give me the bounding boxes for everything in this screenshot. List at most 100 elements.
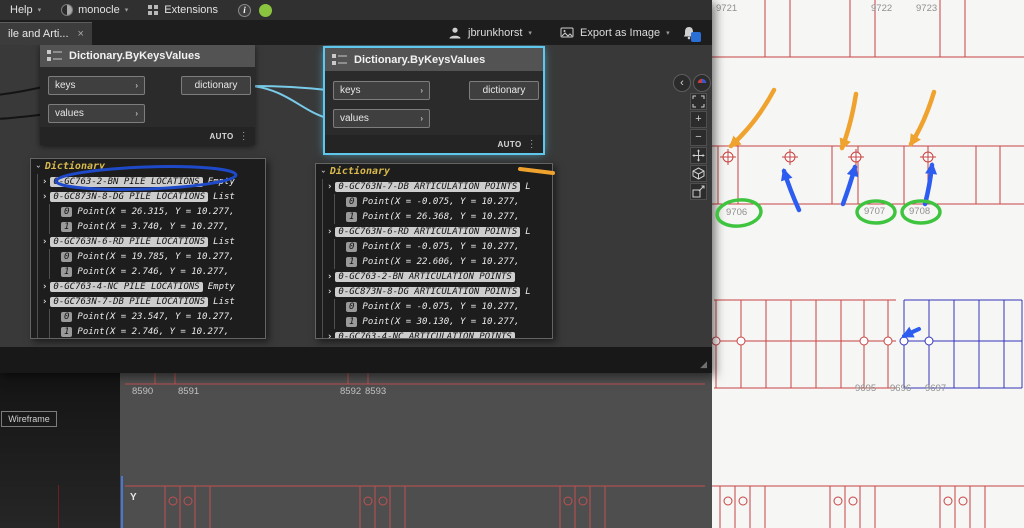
dict-key-row[interactable]: › 0-GC763-4-NC PILE LOCATIONS Empty bbox=[40, 279, 265, 294]
expand-icon[interactable]: › bbox=[42, 297, 47, 307]
item-index: 1 bbox=[346, 211, 358, 222]
item-index: 1 bbox=[61, 326, 73, 337]
lacing-label[interactable]: AUTO bbox=[497, 140, 521, 149]
input-port-values[interactable]: values › bbox=[48, 104, 145, 123]
port-label: keys bbox=[55, 80, 76, 91]
cad-label: 8590 bbox=[132, 386, 154, 397]
collapse-icon[interactable]: › bbox=[34, 164, 43, 169]
lacing-label[interactable]: AUTO bbox=[209, 132, 233, 141]
node-header[interactable]: Dictionary.ByKeysValues bbox=[40, 45, 255, 67]
user-menu[interactable]: jbrunkhorst ▾ bbox=[448, 20, 532, 45]
expand-icon[interactable]: › bbox=[327, 332, 332, 339]
notification-green-icon[interactable] bbox=[259, 3, 273, 17]
dict-key-row[interactable]: › 0-GC763-2-BN PILE LOCATIONS Empty bbox=[40, 174, 265, 189]
expand-icon[interactable]: › bbox=[42, 192, 47, 202]
watch-panel-pile-locations[interactable]: › Dictionary › 0-GC763-2-BN PILE LOCATION… bbox=[30, 158, 266, 339]
input-port-values[interactable]: values › bbox=[333, 109, 430, 128]
dict-key-row[interactable]: › 0-GC763-2-BN ARTICULATION POINTS bbox=[325, 269, 552, 284]
cad-label: 9723 bbox=[916, 3, 938, 14]
node-dictionary-bykeysvalues-2[interactable]: Dictionary.ByKeysValues keys › values › … bbox=[323, 46, 545, 155]
node-title: Dictionary.ByKeysValues bbox=[354, 53, 486, 66]
cad-viewport-dark: Wireframe bbox=[0, 373, 120, 528]
expand-icon[interactable]: › bbox=[327, 182, 332, 192]
watch-panel-articulation-points[interactable]: › Dictionary › 0-GC763N-7-DB ARTICULATION… bbox=[315, 163, 553, 339]
tab-bar: ile and Arti... × jbrunkhorst ▾ Export a… bbox=[0, 20, 712, 45]
info-icon[interactable]: i bbox=[238, 3, 252, 17]
port-arrow-icon: › bbox=[420, 114, 423, 123]
tree-guide bbox=[334, 194, 343, 209]
dict-key-row[interactable]: › 0-GC763N-6-RD ARTICULATION POINTS L bbox=[325, 224, 552, 239]
expand-icon[interactable]: › bbox=[327, 227, 332, 237]
workspace-tab[interactable]: ile and Arti... × bbox=[0, 22, 92, 45]
dict-item-row: 1 Point(X = 3.740, Y = 10.277, bbox=[40, 219, 265, 234]
dict-key-row[interactable]: › 0-GC763N-6-RD PILE LOCATIONS List bbox=[40, 234, 265, 249]
cad-label: 9721 bbox=[716, 3, 738, 14]
dict-key-row[interactable]: › 0-GC763N-7-DB ARTICULATION POINTS L bbox=[325, 179, 552, 194]
dynamo-footer: ◢ bbox=[0, 347, 712, 373]
orbit-button[interactable] bbox=[690, 165, 707, 182]
item-index: 1 bbox=[346, 316, 358, 327]
dict-key-row[interactable]: › 0-GC873N-8-DG PILE LOCATIONS List bbox=[40, 189, 265, 204]
info-glyph: i bbox=[243, 5, 246, 15]
node-menu-icon[interactable]: ⋮ bbox=[527, 139, 537, 150]
extensions-icon bbox=[148, 4, 159, 16]
port-label: keys bbox=[340, 85, 361, 96]
tree-guide bbox=[334, 254, 343, 269]
bell-icon[interactable] bbox=[682, 26, 701, 42]
monocle-icon bbox=[61, 4, 74, 16]
zoom-out-button[interactable]: − bbox=[690, 129, 707, 146]
input-port-keys[interactable]: keys › bbox=[48, 76, 145, 95]
zoom-in-button[interactable]: + bbox=[690, 111, 707, 128]
node-menu-icon[interactable]: ⋮ bbox=[239, 131, 249, 142]
port-label: values bbox=[340, 113, 369, 124]
cad-label: 9722 bbox=[871, 3, 893, 14]
expand-icon[interactable]: › bbox=[327, 272, 332, 282]
dict-item-row: 1 Point(X = 30.130, Y = 10.277, bbox=[325, 314, 552, 329]
output-port-dictionary[interactable]: dictionary bbox=[181, 76, 251, 95]
collapse-icon[interactable]: › bbox=[319, 169, 328, 174]
collapse-panel-button[interactable]: ‹ bbox=[673, 74, 691, 92]
dynamo-canvas[interactable]: Dictionary.ByKeysValues keys › values › … bbox=[0, 45, 712, 347]
cad-label: 9695 bbox=[855, 383, 877, 394]
notifications[interactable] bbox=[682, 20, 701, 45]
ucs-y-axis-label: Y bbox=[130, 492, 137, 503]
dynamo-window: Help ▾ monocle ▾ Extensions i ile and Ar… bbox=[0, 0, 712, 373]
input-port-keys[interactable]: keys › bbox=[333, 81, 430, 100]
cad-viewport-white[interactable]: 9721 9722 9723 9706 9707 9708 9695 9696 … bbox=[712, 0, 1024, 528]
cad-line bbox=[58, 485, 59, 528]
node-dictionary-bykeysvalues-1[interactable]: Dictionary.ByKeysValues keys › values › … bbox=[40, 45, 255, 145]
close-icon[interactable]: × bbox=[78, 28, 84, 40]
caret-down-icon: ▾ bbox=[666, 29, 670, 37]
menu-help[interactable]: Help ▾ bbox=[10, 4, 41, 16]
node-footer: AUTO ⋮ bbox=[325, 135, 543, 153]
expand-icon[interactable]: › bbox=[42, 237, 47, 247]
item-index: 1 bbox=[61, 221, 73, 232]
dict-key-row[interactable]: › 0-GC873N-8-DG ARTICULATION POINTS L bbox=[325, 284, 552, 299]
output-port-dictionary[interactable]: dictionary bbox=[469, 81, 539, 100]
dict-key-row[interactable]: › 0-GC763N-7-DB PILE LOCATIONS List bbox=[40, 294, 265, 309]
dict-key-row[interactable]: › 0-GC763-4-NC ARTICULATION POINTS bbox=[325, 329, 552, 339]
pan-button[interactable] bbox=[690, 147, 707, 164]
tree-guide bbox=[334, 239, 343, 254]
visual-style-control[interactable]: Wireframe bbox=[1, 411, 57, 427]
menu-extensions[interactable]: Extensions bbox=[148, 4, 218, 16]
tree-guide bbox=[334, 209, 343, 224]
item-value: Point(X = 23.547, Y = 10.277, bbox=[77, 311, 235, 322]
export-as-image-button[interactable]: Export as Image ▾ bbox=[560, 20, 670, 45]
cad-viewport-gray[interactable]: 8590 8591 8592 8593 Y bbox=[120, 373, 712, 528]
item-index: 0 bbox=[61, 251, 73, 262]
fit-to-screen-button[interactable] bbox=[690, 93, 707, 110]
item-value: Point(X = 19.785, Y = 10.277, bbox=[77, 251, 235, 262]
expand-icon[interactable]: › bbox=[42, 177, 47, 187]
geometry-scaling-button[interactable] bbox=[690, 183, 707, 200]
preview-navigation-icon[interactable] bbox=[693, 74, 711, 92]
menu-monocle[interactable]: monocle ▾ bbox=[61, 4, 128, 16]
node-header[interactable]: Dictionary.ByKeysValues bbox=[325, 48, 543, 71]
resize-grip-icon[interactable]: ◢ bbox=[700, 359, 707, 370]
dict-key: 0-GC763N-7-DB ARTICULATION POINTS bbox=[335, 181, 521, 192]
expand-icon[interactable]: › bbox=[42, 282, 47, 292]
panel-title: › Dictionary bbox=[31, 159, 265, 174]
expand-icon[interactable]: › bbox=[327, 287, 332, 297]
tree-guide bbox=[49, 324, 58, 338]
dict-item-row: 0 Point(X = 23.547, Y = 10.277, bbox=[40, 309, 265, 324]
